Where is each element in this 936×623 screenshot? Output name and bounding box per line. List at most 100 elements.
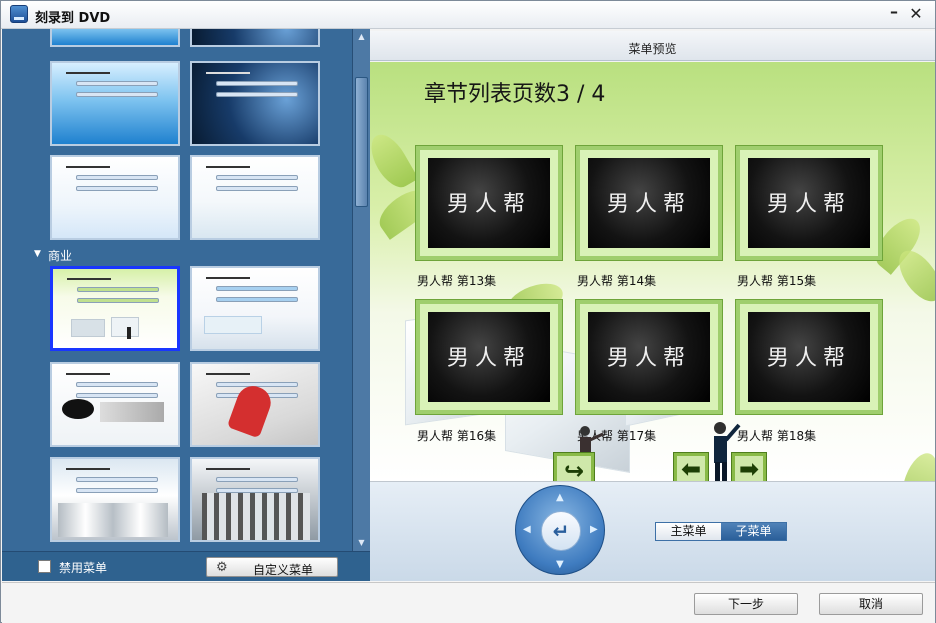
sub-menu-button[interactable]: 子菜单	[721, 523, 786, 540]
template-thumbnail[interactable]	[190, 155, 320, 240]
thumbnail-title-line	[66, 166, 110, 168]
chapter-thumbnail[interactable]: 男人帮	[576, 300, 722, 414]
minimize-button[interactable]: –	[885, 3, 903, 21]
left-arrow-icon: ⬅	[680, 455, 702, 482]
next-page-button[interactable]: ➡	[732, 453, 766, 482]
dpad-left-arrow[interactable]: ◀	[523, 524, 531, 535]
enter-icon[interactable]: ↵	[541, 511, 581, 551]
chapter-image: 男人帮	[748, 158, 870, 248]
chapter-page-title: 章节列表页数3 / 4	[424, 82, 606, 107]
template-thumbnail[interactable]	[50, 29, 180, 47]
template-thumbnail[interactable]	[50, 457, 180, 542]
preview-header: 菜单预览	[370, 31, 935, 61]
dpad-right-arrow[interactable]: ▶	[590, 524, 598, 535]
template-thumbnail[interactable]	[190, 61, 320, 146]
thumbnail-menu-bar	[216, 286, 298, 291]
template-thumbnail[interactable]	[50, 155, 180, 240]
custom-menu-button[interactable]: ⚙ 自定义菜单	[206, 557, 338, 577]
thumbnail-title-line	[66, 72, 110, 74]
thumbnail-keys-decoration	[111, 317, 139, 337]
chapter-thumbnail[interactable]: 男人帮	[416, 146, 562, 260]
template-thumbnail[interactable]	[50, 362, 180, 447]
navigation-controls: ▲ ▼ ◀ ▶ ↵ 主菜单 子菜单	[370, 482, 935, 581]
template-panel: ▼ 商业 ▲ ▼ 禁用菜单 ⚙ 自定义菜单	[2, 29, 370, 581]
chapter-logo: 男人帮	[446, 192, 531, 217]
thumbnail-menu-bar	[216, 477, 298, 482]
scrollbar-thumb[interactable]	[355, 77, 368, 207]
thumbnail-city-decoration	[100, 402, 164, 422]
chapter-thumbnail[interactable]: 男人帮	[736, 146, 882, 260]
thumbnail-menu-bar	[76, 81, 158, 86]
dpad-up-arrow[interactable]: ▲	[556, 492, 564, 503]
thumbnail-menu-bar	[77, 287, 159, 292]
chapter-image: 男人帮	[588, 158, 710, 248]
disable-menu-checkbox[interactable]	[38, 560, 51, 573]
gear-icon: ⚙	[216, 560, 228, 575]
thumbnail-menu-bar	[216, 92, 298, 97]
chapter-image: 男人帮	[428, 312, 550, 402]
wizard-footer: 下一步 取消	[2, 582, 935, 623]
thumbnail-menu-bar	[216, 175, 298, 180]
thumbnail-tower-decoration	[202, 493, 310, 540]
remote-dpad[interactable]: ▲ ▼ ◀ ▶ ↵	[515, 485, 605, 575]
template-thumbnail[interactable]	[190, 457, 320, 542]
close-button[interactable]: ✕	[907, 5, 925, 23]
custom-menu-label: 自定义菜单	[253, 563, 314, 577]
chapter-image: 男人帮	[588, 312, 710, 402]
template-thumbnail[interactable]	[190, 266, 320, 351]
chapter-label: 男人帮 第16集	[417, 429, 497, 443]
scroll-up-arrow[interactable]: ▲	[353, 29, 370, 45]
chapter-label: 男人帮 第14集	[577, 274, 657, 288]
thumbnail-menu-bar	[76, 175, 158, 180]
window-title: 刻录到 DVD	[35, 11, 111, 26]
leaf-decoration	[370, 128, 419, 194]
thumbnail-menu-bar	[77, 298, 159, 303]
template-thumbnail[interactable]	[190, 362, 320, 447]
chapter-thumbnail[interactable]: 男人帮	[576, 146, 722, 260]
chapter-logo: 男人帮	[766, 346, 851, 371]
title-bar: 刻录到 DVD – ✕	[1, 1, 935, 29]
right-arrow-icon: ➡	[738, 455, 760, 482]
thumbnail-menu-bar	[216, 297, 298, 302]
preview-panel: 菜单预览 章节列表页数3 / 4 男人帮 男人帮 第13集 男人帮 男人帮 第1…	[370, 29, 935, 581]
thumbnail-menu-bar	[76, 393, 158, 398]
thumbnail-title-line	[67, 278, 111, 280]
chapter-image: 男人帮	[748, 312, 870, 402]
burn-dvd-window: 刻录到 DVD – ✕ ▼ 商业 ▲ ▼ 禁用菜单 ⚙ 自定义菜单 菜单预览 章…	[0, 0, 936, 623]
thumbnail-title-line	[206, 277, 250, 279]
thumbnail-menu-bar	[216, 81, 298, 86]
dpad-down-arrow[interactable]: ▼	[556, 559, 564, 570]
chapter-thumbnail[interactable]: 男人帮	[416, 300, 562, 414]
template-thumbnail[interactable]	[190, 29, 320, 47]
thumbnail-menu-bar	[76, 92, 158, 97]
chapter-label: 男人帮 第18集	[737, 429, 817, 443]
main-menu-button[interactable]: 主菜单	[656, 523, 721, 540]
menu-toggle: 主菜单 子菜单	[655, 522, 787, 541]
next-step-button[interactable]: 下一步	[694, 593, 798, 615]
previous-page-button[interactable]: ⬅	[674, 453, 708, 482]
chapter-logo: 男人帮	[606, 192, 691, 217]
chapter-logo: 男人帮	[606, 346, 691, 371]
thumbnail-title-line	[206, 166, 250, 168]
thumbnail-menu-bar	[216, 186, 298, 191]
return-button[interactable]: ↪	[554, 453, 594, 482]
template-thumbnail[interactable]	[50, 61, 180, 146]
thumbnail-city-decoration	[58, 503, 168, 537]
selected-template-thumbnail[interactable]	[50, 266, 180, 351]
chapter-label: 男人帮 第15集	[737, 274, 817, 288]
thumbnail-menu-bar	[76, 186, 158, 191]
scroll-down-arrow[interactable]: ▼	[353, 535, 370, 551]
template-scrollbar[interactable]: ▲ ▼	[352, 29, 370, 551]
thumbnail-menu-bar	[76, 488, 158, 493]
template-thumbnails[interactable]: ▼ 商业	[2, 29, 352, 551]
return-arrow-icon: ↪	[563, 457, 585, 482]
thumbnail-title-line	[66, 468, 110, 470]
chapter-logo: 男人帮	[446, 346, 531, 371]
thumbnail-title-line	[206, 72, 250, 74]
thumbnail-person-decoration	[127, 327, 131, 339]
dvd-app-icon	[10, 5, 28, 23]
chapter-thumbnail[interactable]: 男人帮	[736, 300, 882, 414]
cancel-button[interactable]: 取消	[819, 593, 923, 615]
thumbnail-menu-bar	[76, 382, 158, 387]
chapter-image: 男人帮	[428, 158, 550, 248]
